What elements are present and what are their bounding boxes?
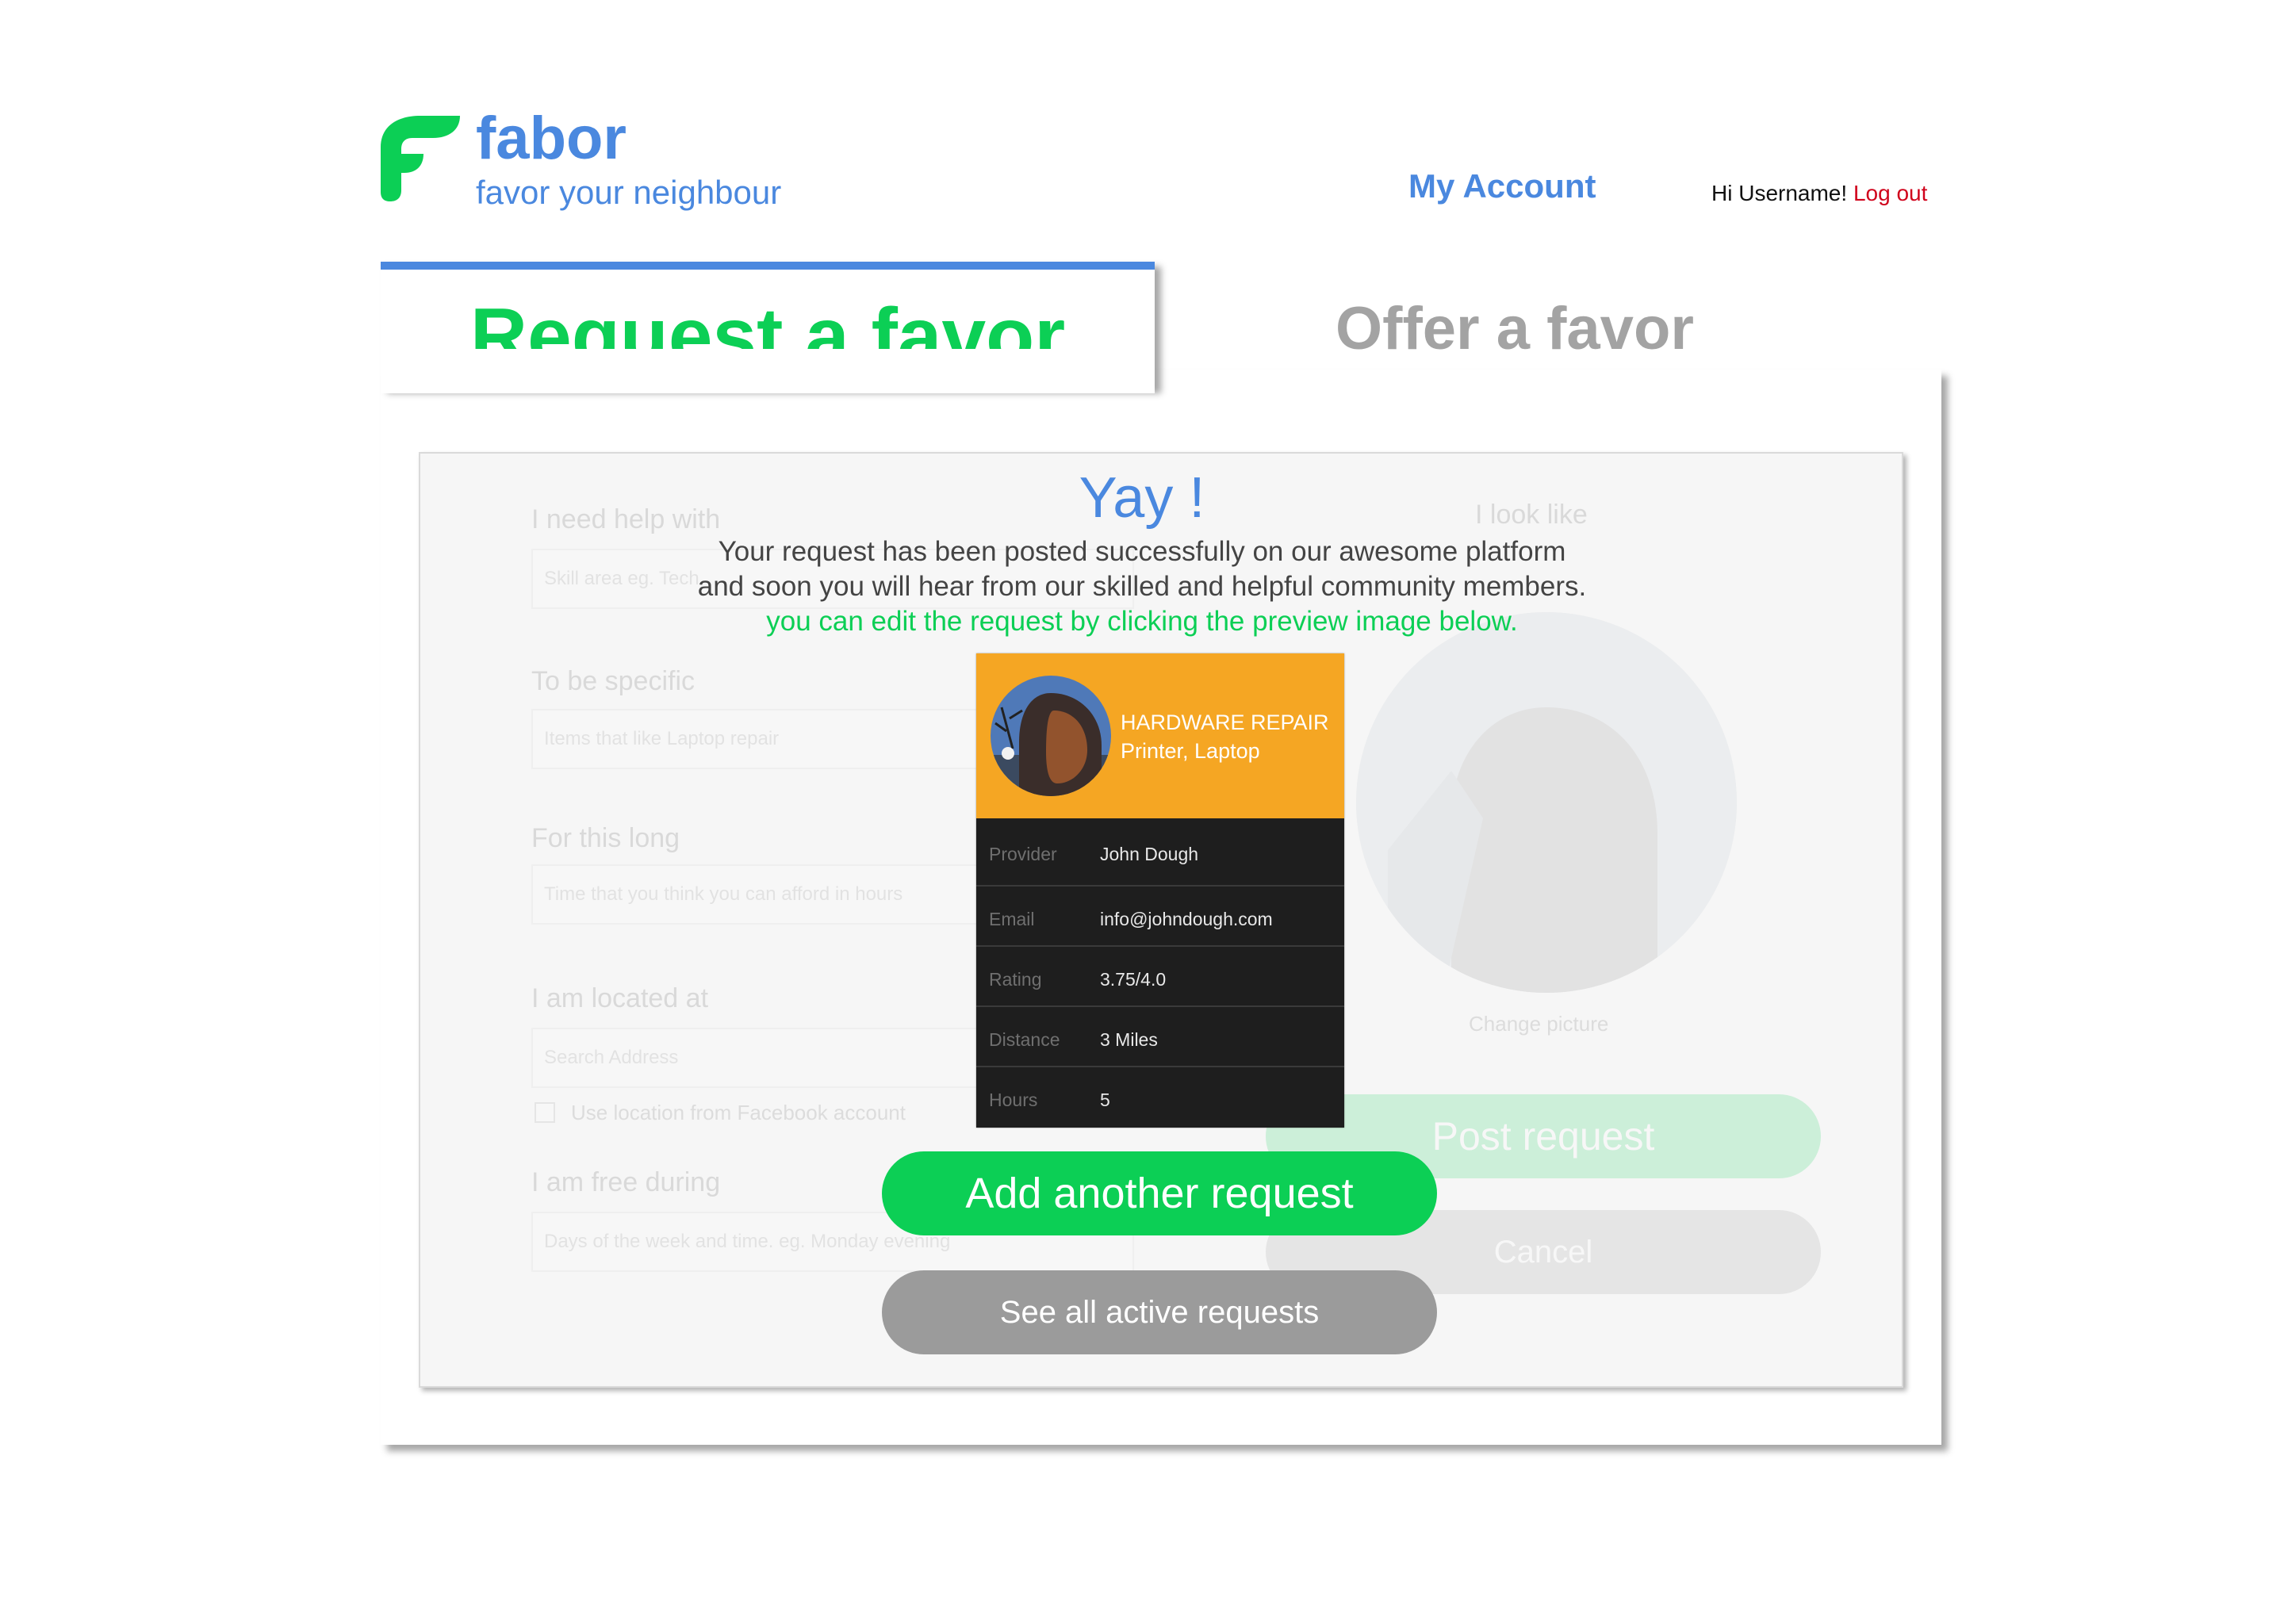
preview-category: HARDWARE REPAIR	[1121, 710, 1329, 734]
preview-items: Printer, Laptop	[1121, 739, 1260, 763]
success-message-line-1: Your request has been posted successfull…	[718, 536, 1566, 567]
tab-panel-join	[381, 349, 1155, 393]
success-title: Yay !	[1079, 466, 1205, 530]
preview-value: info@johndough.com	[1100, 909, 1273, 929]
preview-key: Distance	[989, 1029, 1060, 1050]
request-preview-card[interactable]: HARDWARE REPAIR Printer, Laptop Provider…	[976, 653, 1344, 1128]
change-picture-link[interactable]: Change picture	[1469, 1012, 1608, 1036]
preview-header: HARDWARE REPAIR Printer, Laptop	[976, 653, 1344, 818]
preview-value: 3.75/4.0	[1100, 969, 1167, 990]
preview-value: 5	[1100, 1090, 1110, 1110]
specific-label: To be specific	[531, 666, 695, 696]
see-active-requests-button[interactable]: See all active requests	[882, 1270, 1437, 1354]
preview-key: Hours	[989, 1090, 1038, 1110]
preview-details: Provider John Dough Email info@johndough…	[976, 818, 1344, 1128]
greeting-text: Hi Username!	[1711, 181, 1848, 205]
preview-row-rating: Rating 3.75/4.0	[976, 947, 1344, 1007]
add-another-request-button[interactable]: Add another request	[882, 1151, 1437, 1235]
avatar-photo-icon	[991, 676, 1111, 796]
brand-tagline: favor your neighbour	[476, 174, 782, 211]
brand-name: fabor	[476, 105, 627, 172]
preview-row-hours: Hours 5	[976, 1067, 1344, 1128]
logout-link[interactable]: Log out	[1853, 181, 1927, 205]
preview-key: Rating	[989, 969, 1042, 990]
edit-hint: you can edit the request by clicking the…	[766, 606, 1518, 637]
preview-row-provider: Provider John Dough	[976, 818, 1344, 887]
user-greeting: Hi Username! Log out	[1711, 179, 1927, 208]
facebook-location-label: Use location from Facebook account	[571, 1101, 906, 1124]
success-message-line-2: and soon you will hear from our skilled …	[697, 571, 1587, 602]
preview-row-email: Email info@johndough.com	[976, 887, 1344, 947]
location-label: I am located at	[531, 983, 709, 1013]
duration-label: For this long	[531, 823, 680, 853]
free-label: I am free during	[531, 1167, 721, 1197]
preview-value: 3 Miles	[1100, 1029, 1158, 1050]
profile-photo-icon	[1356, 612, 1737, 993]
my-account-link[interactable]: My Account	[1408, 167, 1596, 206]
preview-avatar	[991, 676, 1111, 796]
facebook-location-checkbox[interactable]	[535, 1102, 555, 1123]
tab-offer-favor[interactable]: Offer a favor	[1158, 285, 1872, 373]
preview-key: Provider	[989, 844, 1057, 864]
preview-key: Email	[989, 909, 1035, 929]
profile-picture[interactable]	[1356, 612, 1737, 993]
fabor-logo-icon	[381, 116, 460, 201]
preview-row-distance: Distance 3 Miles	[976, 1007, 1344, 1067]
preview-value: John Dough	[1100, 844, 1199, 864]
